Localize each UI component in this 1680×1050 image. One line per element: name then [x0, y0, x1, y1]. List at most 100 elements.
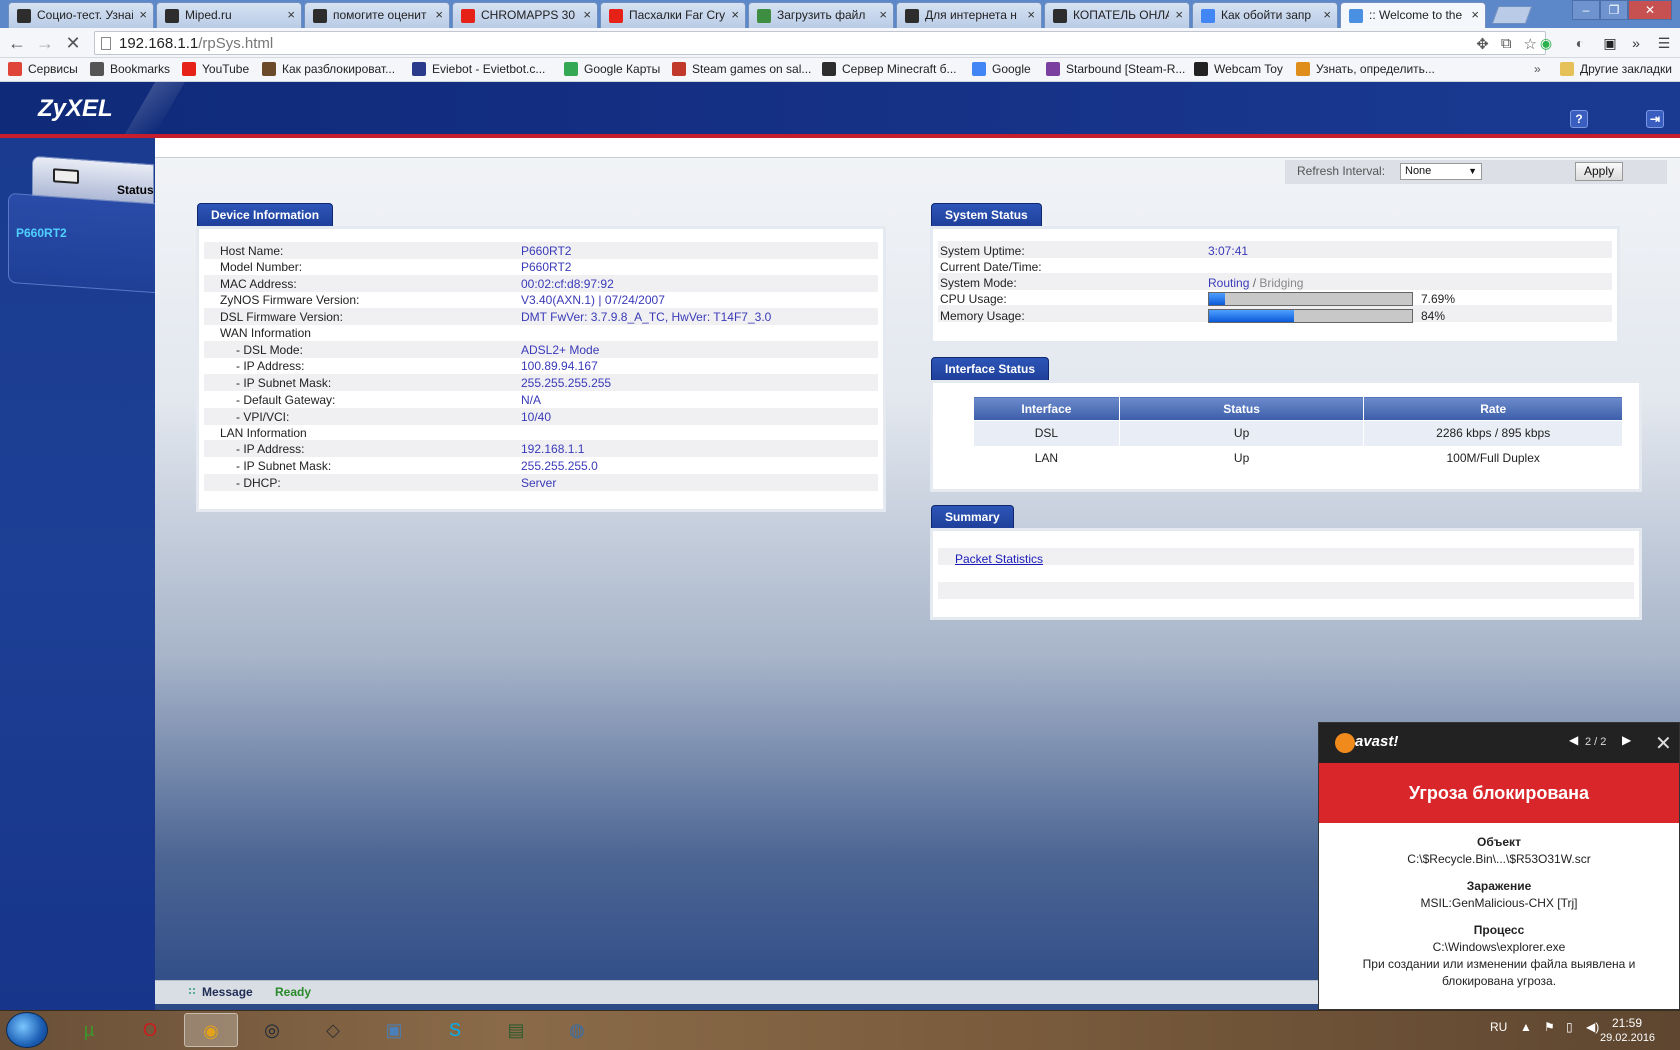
close-tab-icon[interactable]: ×: [139, 7, 147, 22]
close-tab-icon[interactable]: ×: [731, 7, 739, 22]
refresh-interval-select[interactable]: None ▼: [1400, 163, 1482, 180]
incognito-icon[interactable]: ◐: [1570, 33, 1590, 53]
bookmark-item[interactable]: Bookmarks: [90, 62, 170, 76]
new-tab-button[interactable]: [1491, 6, 1533, 24]
close-tab-icon[interactable]: ×: [435, 7, 443, 22]
prev-arrow-icon[interactable]: ◀: [1569, 733, 1578, 747]
network-icon[interactable]: ◍: [550, 1013, 604, 1047]
browser-tab[interactable]: Загрузить файл ×: [748, 2, 894, 28]
bookmarks-overflow[interactable]: »: [1534, 62, 1541, 76]
back-icon[interactable]: ←: [6, 33, 28, 53]
close-tab-icon[interactable]: ×: [1323, 7, 1331, 22]
close-icon[interactable]: ✕: [1655, 731, 1672, 756]
grammarly-icon[interactable]: ◉: [1536, 33, 1556, 53]
browser-tab[interactable]: Как обойти запр ×: [1192, 2, 1338, 28]
cpu-usage-value: 7.69%: [1421, 292, 1456, 306]
avast-header: avast! ◀ 2 / 2 ▶ ✕: [1319, 723, 1679, 763]
close-tab-icon[interactable]: ×: [583, 7, 591, 22]
browser-tab[interactable]: CHROMAPPS 30 ×: [452, 2, 598, 28]
bookmark-item[interactable]: YouTube: [182, 62, 249, 76]
photos-icon[interactable]: ▣: [367, 1013, 421, 1047]
terminal-icon[interactable]: ▤: [489, 1013, 543, 1047]
apply-button[interactable]: Apply: [1575, 162, 1623, 181]
bookmark-item[interactable]: Сервисы: [8, 62, 78, 76]
browser-tab[interactable]: Пасхалки Far Cry ×: [600, 2, 746, 28]
note-line: блокирована угроза.: [1441, 974, 1557, 988]
table-cell: Up: [1118, 420, 1365, 446]
other-bookmarks-folder[interactable]: Другие закладки: [1560, 62, 1672, 76]
help-icon[interactable]: ?: [1570, 110, 1588, 128]
memory-usage-value: 84%: [1421, 309, 1446, 323]
action-center-icon[interactable]: ⚑: [1544, 1020, 1555, 1034]
chrome-icon[interactable]: ◉: [184, 1013, 238, 1047]
device-name[interactable]: P660RT2: [16, 226, 67, 240]
bookmark-item[interactable]: Steam games on sal...: [672, 62, 811, 76]
forward-icon[interactable]: →: [34, 33, 56, 53]
skype-icon[interactable]: S: [428, 1013, 482, 1047]
device-information-tab: Device Information: [197, 203, 334, 227]
tab-title: Социо-тест. Узнай: [37, 8, 133, 22]
bookmark-label: Узнать, определить...: [1316, 62, 1435, 76]
stop-icon[interactable]: ✕: [62, 33, 84, 53]
clock-time[interactable]: 21:59: [1612, 1016, 1642, 1030]
steam-icon[interactable]: ◎: [245, 1013, 299, 1047]
overflow-extensions-icon[interactable]: »: [1626, 33, 1646, 53]
datetime-label: Current Date/Time:: [940, 260, 1042, 274]
bookmark-item[interactable]: Узнать, определить...: [1296, 62, 1435, 76]
bookmark-item[interactable]: Starbound [Steam-R...: [1046, 62, 1185, 76]
main-topbar: [155, 138, 1680, 158]
status-tab[interactable]: Status: [32, 155, 154, 205]
bookmark-item[interactable]: Eviebot - Evietbot.c...: [412, 62, 545, 76]
avast-pager: 2 / 2: [1585, 736, 1607, 748]
opera-icon[interactable]: O: [123, 1013, 177, 1047]
network-icon[interactable]: ▯: [1566, 1020, 1573, 1034]
menu-icon[interactable]: ☰: [1654, 33, 1674, 53]
bookmark-item[interactable]: Google Карты: [564, 62, 660, 76]
utorrent-icon[interactable]: µ: [62, 1013, 116, 1047]
extension-badge-icon[interactable]: ▣: [1600, 33, 1620, 53]
bookmark-label: Starbound [Steam-R...: [1066, 62, 1186, 76]
maps-icon: [564, 62, 578, 76]
minimize-button[interactable]: –: [1572, 0, 1600, 20]
close-tab-icon[interactable]: ×: [1027, 7, 1035, 22]
penguin-icon: [313, 9, 327, 23]
bookmark-item[interactable]: Сервер Minecraft б...: [822, 62, 957, 76]
device-info-value: 192.168.1.1: [521, 442, 585, 456]
browser-tab[interactable]: КОПАТЕЛЬ ОНЛА ×: [1044, 2, 1190, 28]
tray-expand-icon[interactable]: ▲: [1520, 1020, 1532, 1034]
bookmark-label: Eviebot - Evietbot.c...: [432, 62, 546, 76]
close-tab-icon[interactable]: ×: [287, 7, 295, 22]
address-bar[interactable]: 192.168.1.1/rpSys.html ✥ ⧉ ☆: [94, 31, 1546, 55]
penguin-icon: [822, 62, 836, 76]
translate-icon[interactable]: ⧉: [1501, 35, 1512, 53]
next-arrow-icon[interactable]: ▶: [1622, 733, 1631, 747]
language-indicator[interactable]: RU: [1490, 1020, 1507, 1034]
packet-statistics-link[interactable]: Packet Statistics: [955, 552, 1043, 566]
close-tab-icon[interactable]: ×: [1471, 7, 1479, 22]
close-tab-icon[interactable]: ×: [1175, 7, 1183, 22]
threat-banner: Угроза блокирована: [1319, 763, 1679, 823]
browser-tab[interactable]: :: Welcome to the ×: [1340, 2, 1486, 28]
address-url[interactable]: 192.168.1.1/rpSys.html: [119, 35, 273, 52]
bookmark-star-icon[interactable]: ☆: [1524, 35, 1537, 53]
volume-icon[interactable]: ◀): [1586, 1020, 1599, 1034]
browser-tab[interactable]: Miped.ru ×: [156, 2, 302, 28]
browser-tab[interactable]: Для интернета н ×: [896, 2, 1042, 28]
bookmark-item[interactable]: Как разблокироват...: [262, 62, 395, 76]
unity-icon[interactable]: ◇: [306, 1013, 360, 1047]
browser-tab[interactable]: помогите оценит ×: [304, 2, 450, 28]
bookmark-item[interactable]: Webcam Toy: [1194, 62, 1283, 76]
maximize-button[interactable]: ❐: [1600, 0, 1628, 20]
device-info-value: P660RT2: [521, 260, 572, 274]
bookmark-item[interactable]: Google: [972, 62, 1031, 76]
close-tab-icon[interactable]: ×: [879, 7, 887, 22]
webcam-icon: [1194, 62, 1208, 76]
clock-date[interactable]: 29.02.2016: [1600, 1032, 1655, 1044]
logout-icon[interactable]: ⇥: [1646, 110, 1664, 128]
move-icon[interactable]: ✥: [1476, 35, 1489, 53]
close-window-button[interactable]: ✕: [1628, 0, 1672, 20]
browser-tab[interactable]: Социо-тест. Узнай ×: [8, 2, 154, 28]
start-button[interactable]: [6, 1012, 48, 1048]
device-info-value: N/A: [521, 393, 542, 407]
avast-logo: avast!: [1355, 733, 1399, 750]
